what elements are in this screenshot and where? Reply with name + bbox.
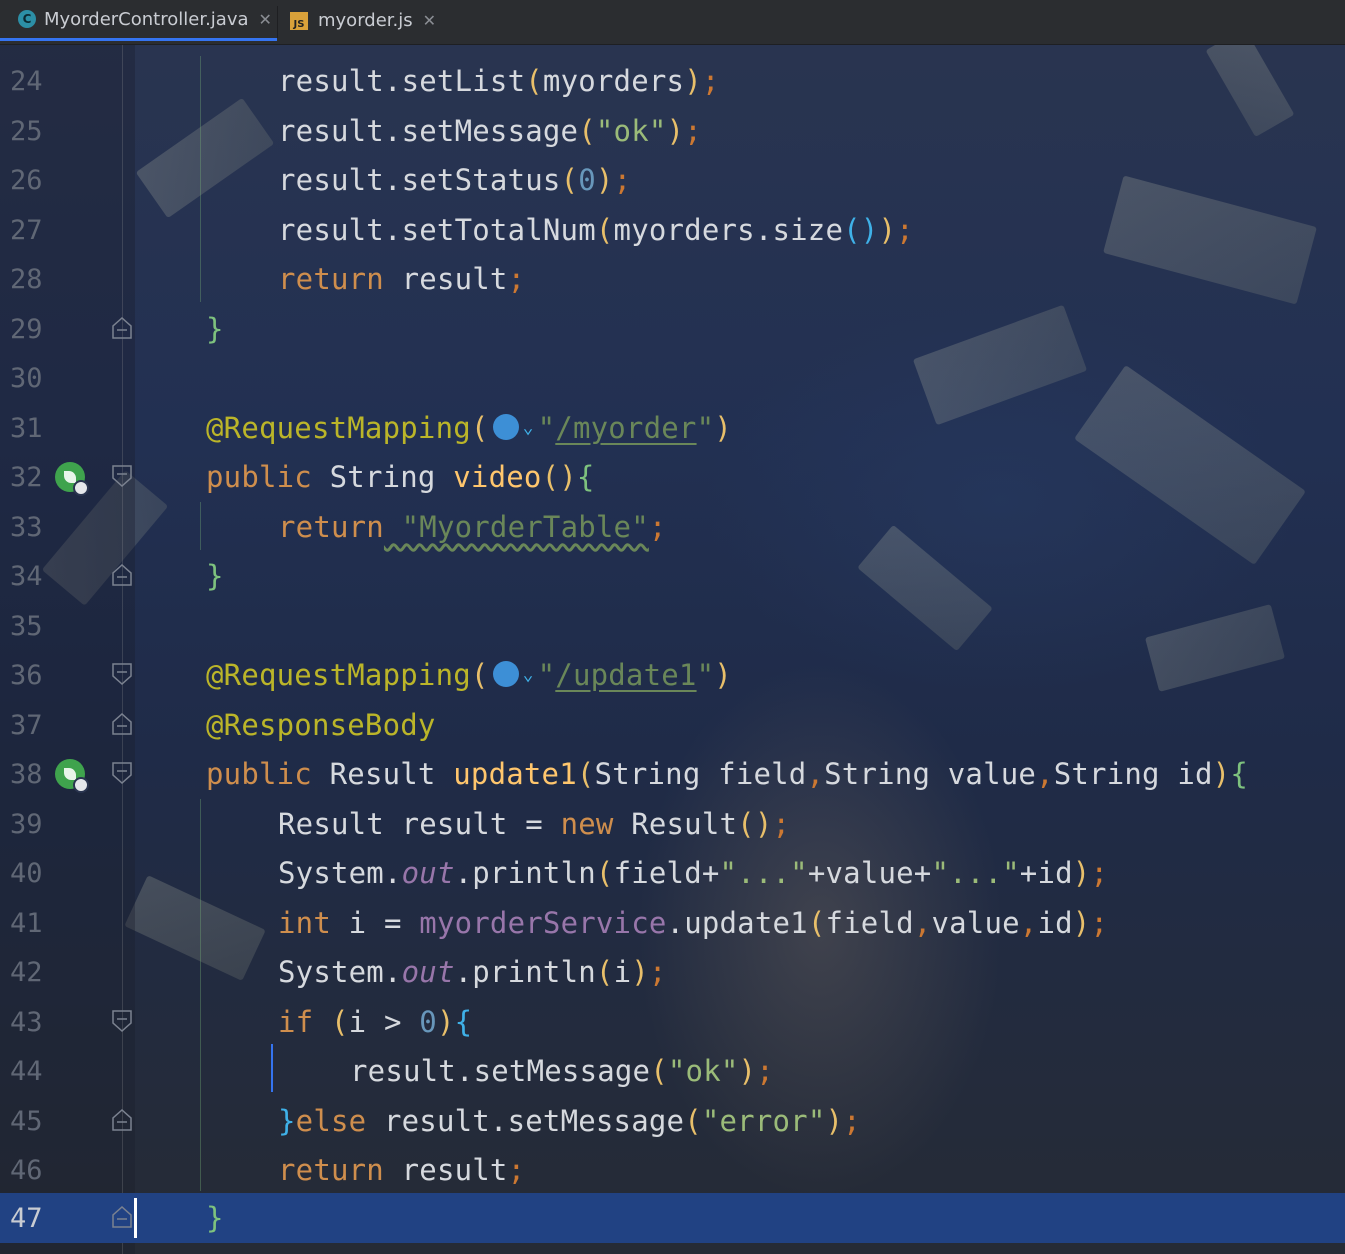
line-number: 40 — [10, 857, 43, 889]
line-number: 45 — [10, 1105, 43, 1137]
tab-label: MyorderController.java — [44, 8, 249, 30]
code-line[interactable]: 45 }else result.setMessage("error"); — [0, 1096, 1345, 1146]
code-text: return result; — [278, 262, 526, 296]
code-text: int i = myorderService.update1(field,val… — [278, 906, 1109, 940]
code-line[interactable]: 24 result.setList(myorders); — [0, 56, 1345, 106]
code-line[interactable]: 34 } — [0, 551, 1345, 601]
code-text: result.setStatus(0); — [278, 163, 632, 197]
line-number: 38 — [10, 758, 43, 790]
line-number: 31 — [10, 412, 43, 444]
spring-endpoint-icon[interactable] — [55, 759, 89, 793]
code-editor[interactable]: C MyorderController.java ✕ JS myorder.js… — [0, 0, 1345, 1254]
code-text: @ResponseBody — [206, 708, 436, 742]
code-line[interactable]: 39 Result result = new Result(); — [0, 799, 1345, 849]
code-text: System.out.println(field+"..."+value+"..… — [278, 856, 1109, 890]
fold-end-icon[interactable] — [112, 1109, 132, 1131]
code-line[interactable]: 35 — [0, 601, 1345, 651]
code-text: result.setTotalNum(myorders.size()); — [278, 213, 914, 247]
code-line[interactable]: 25 result.setMessage("ok"); — [0, 106, 1345, 156]
tab-myorder-js[interactable]: JS myorder.js ✕ — [278, 0, 448, 41]
code-line[interactable]: 38 public Result update1(String field,St… — [0, 749, 1345, 799]
web-endpoint-icon[interactable] — [492, 661, 519, 687]
fold-start-icon[interactable] — [112, 1010, 132, 1032]
code-line[interactable]: 41 int i = myorderService.update1(field,… — [0, 898, 1345, 948]
web-endpoint-icon[interactable] — [492, 414, 519, 440]
line-number: 25 — [10, 115, 43, 147]
code-text: @RequestMapping(⌄ "/update1") — [206, 658, 732, 692]
code-text: return result; — [278, 1153, 526, 1187]
line-number: 30 — [10, 362, 43, 394]
line-number: 42 — [10, 956, 43, 988]
line-number: 43 — [10, 1006, 43, 1038]
fold-end-icon[interactable] — [112, 564, 132, 586]
code-text: }else result.setMessage("error"); — [278, 1104, 861, 1138]
editor-tab-bar: C MyorderController.java ✕ JS myorder.js… — [0, 0, 1345, 45]
code-line[interactable]: 28 return result; — [0, 254, 1345, 304]
line-number: 33 — [10, 511, 43, 543]
code-line[interactable]: 27 result.setTotalNum(myorders.size()); — [0, 205, 1345, 255]
fold-end-icon[interactable] — [112, 713, 132, 735]
close-icon[interactable]: ✕ — [259, 10, 272, 29]
code-line[interactable]: 42 System.out.println(i); — [0, 947, 1345, 997]
line-number: 37 — [10, 709, 43, 741]
code-line[interactable]: 36 @RequestMapping(⌄ "/update1") — [0, 650, 1345, 700]
code-line[interactable]: 44 result.setMessage("ok"); — [0, 1046, 1345, 1096]
code-line-current[interactable]: 47 } — [0, 1193, 1345, 1243]
code-line[interactable]: 40 System.out.println(field+"..."+value+… — [0, 848, 1345, 898]
tab-myorder-controller[interactable]: C MyorderController.java ✕ — [0, 0, 277, 41]
code-text: public String video(){ — [206, 460, 595, 494]
line-number: 32 — [10, 461, 43, 493]
code-text: return "MyorderTable"; — [278, 510, 667, 544]
tab-label: myorder.js — [318, 10, 413, 31]
line-number: 26 — [10, 164, 43, 196]
line-number: 35 — [10, 610, 43, 642]
code-line[interactable]: 37 @ResponseBody — [0, 700, 1345, 750]
code-text: System.out.println(i); — [278, 955, 667, 989]
fold-start-icon[interactable] — [112, 762, 132, 784]
fold-end-icon[interactable] — [112, 317, 132, 339]
fold-end-icon[interactable] — [112, 1206, 132, 1228]
code-line[interactable]: 29 } — [0, 304, 1345, 354]
code-text: Result result = new Result(); — [278, 807, 791, 841]
line-number: 24 — [10, 65, 43, 97]
spring-endpoint-icon[interactable] — [55, 462, 89, 496]
chevron-down-icon[interactable]: ⌄ — [523, 417, 534, 438]
code-line[interactable]: 30 — [0, 353, 1345, 403]
line-number: 41 — [10, 907, 43, 939]
code-text: result.setMessage("ok"); — [278, 114, 702, 148]
code-text: } — [206, 559, 224, 593]
code-line[interactable]: 43 if (i > 0){ — [0, 997, 1345, 1047]
text-cursor — [134, 1198, 137, 1238]
code-text: if (i > 0){ — [278, 1005, 473, 1039]
code-line[interactable]: 33 return "MyorderTable"; — [0, 502, 1345, 552]
line-number: 29 — [10, 313, 43, 345]
code-text: result.setList(myorders); — [278, 64, 720, 98]
java-class-icon: C — [18, 10, 36, 28]
chevron-down-icon[interactable]: ⌄ — [523, 664, 534, 685]
line-number: 47 — [10, 1202, 43, 1234]
line-number: 27 — [10, 214, 43, 246]
line-number: 36 — [10, 659, 43, 691]
javascript-file-icon: JS — [290, 11, 308, 30]
code-lines[interactable]: 24 result.setList(myorders); 25 result.s… — [0, 0, 1345, 1254]
code-text: } — [206, 1201, 224, 1235]
code-line[interactable]: 26 result.setStatus(0); — [0, 155, 1345, 205]
code-line[interactable]: 31 @RequestMapping(⌄ "/myorder") — [0, 403, 1345, 453]
code-line[interactable]: 32 public String video(){ — [0, 452, 1345, 502]
line-number: 28 — [10, 263, 43, 295]
fold-start-icon[interactable] — [112, 663, 132, 685]
code-text: @RequestMapping(⌄ "/myorder") — [206, 411, 732, 445]
line-number: 44 — [10, 1055, 43, 1087]
code-line[interactable]: 46 return result; — [0, 1145, 1345, 1195]
line-number: 34 — [10, 560, 43, 592]
code-text: result.setMessage("ok"); — [350, 1054, 774, 1088]
code-text: public Result update1(String field,Strin… — [206, 757, 1249, 791]
line-number: 39 — [10, 808, 43, 840]
line-number: 46 — [10, 1154, 43, 1186]
code-text: } — [206, 312, 224, 346]
fold-start-icon[interactable] — [112, 465, 132, 487]
close-icon[interactable]: ✕ — [423, 11, 436, 30]
